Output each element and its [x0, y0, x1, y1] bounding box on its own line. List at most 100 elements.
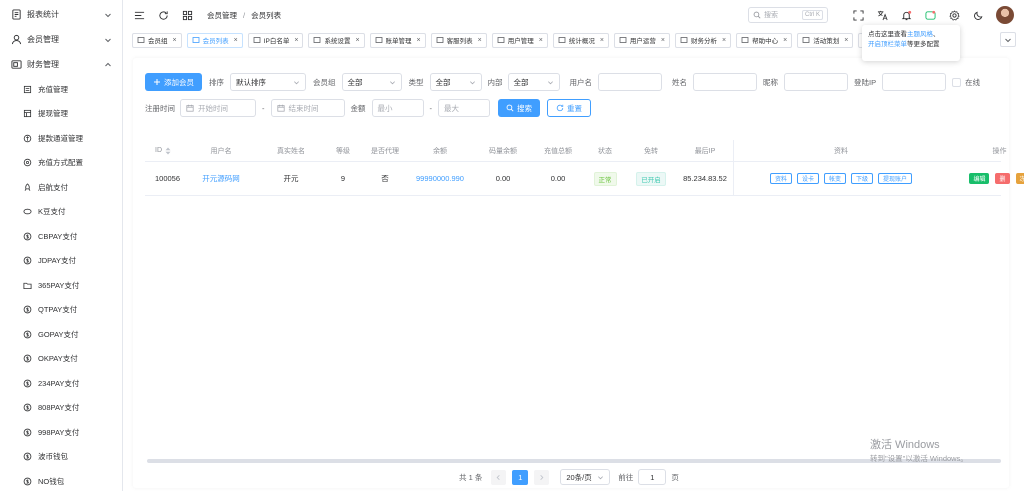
grid-icon[interactable]: [182, 10, 193, 21]
name-input[interactable]: [693, 73, 757, 91]
tab[interactable]: 统计概况 ×: [552, 32, 609, 48]
sidebar-item[interactable]: 充值管理: [0, 77, 122, 102]
type-select[interactable]: 全部: [429, 73, 482, 91]
sidebar-item[interactable]: 充值方式配置: [0, 151, 122, 176]
amount-min-input[interactable]: 最小: [371, 99, 424, 117]
goto-page-input[interactable]: 1: [638, 469, 667, 485]
settings-gear-icon[interactable]: [949, 9, 960, 21]
tabs-more-button[interactable]: [1000, 32, 1016, 47]
tab[interactable]: 会员组 ×: [132, 32, 182, 48]
sidebar-item[interactable]: 提现管理: [0, 102, 122, 127]
tab[interactable]: 活动策划 ×: [797, 32, 854, 48]
sidebar-item[interactable]: GOPAY支付: [0, 322, 122, 347]
close-icon[interactable]: ×: [234, 37, 238, 44]
notification-bell-icon[interactable]: [901, 10, 912, 21]
reset-button[interactable]: 重置: [547, 99, 591, 117]
sidebar-item[interactable]: K豆支付: [0, 200, 122, 225]
subordinate-button[interactable]: 下级: [851, 173, 874, 184]
sidebar-item-label: 充值方式配置: [38, 158, 83, 168]
sidebar-item[interactable]: 998PAY支付: [0, 420, 122, 445]
tab[interactable]: 客服列表 ×: [430, 32, 487, 48]
tab[interactable]: 用户管理 ×: [491, 32, 548, 48]
set-card-button[interactable]: 设卡: [796, 173, 819, 184]
translate-icon[interactable]: [877, 10, 888, 21]
fullscreen-icon[interactable]: [853, 9, 864, 21]
sidebar-item[interactable]: JDPAY支付: [0, 249, 122, 274]
sidebar-group-reports[interactable]: 报表统计: [0, 2, 122, 27]
sidebar-item[interactable]: 提款通道管理: [0, 126, 122, 151]
withdraw-account-button[interactable]: 提现账户: [878, 173, 913, 184]
sidebar-item[interactable]: 808PAY支付: [0, 396, 122, 421]
start-time-picker[interactable]: 开始时间: [180, 99, 256, 117]
tab[interactable]: 系统设置 ×: [308, 32, 365, 48]
tab[interactable]: 账单管理 ×: [369, 32, 426, 48]
close-icon[interactable]: ×: [355, 37, 359, 44]
column-header-id[interactable]: ID: [145, 147, 181, 155]
cell-balance-link[interactable]: 99990000.990: [405, 174, 475, 183]
theme-style-link[interactable]: 主题风格: [907, 31, 933, 38]
close-icon[interactable]: ×: [417, 37, 421, 44]
tab-label: 帮助中心: [752, 38, 779, 45]
online-checkbox[interactable]: [952, 77, 962, 87]
tab-icon: [802, 36, 810, 44]
search-button[interactable]: 搜索: [498, 99, 540, 117]
close-icon[interactable]: ×: [844, 37, 848, 44]
global-search[interactable]: 搜索 Ctrl K: [748, 7, 828, 23]
edit-button[interactable]: 编辑: [969, 173, 990, 184]
prev-page-button[interactable]: [491, 469, 507, 485]
add-member-button[interactable]: 添加会员: [145, 73, 202, 91]
tab[interactable]: 帮助中心 ×: [736, 32, 793, 48]
close-icon[interactable]: ×: [173, 37, 177, 44]
sidebar-item[interactable]: 365PAY支付: [0, 273, 122, 298]
report-icon: [11, 9, 22, 20]
close-icon[interactable]: ×: [294, 37, 298, 44]
internal-select[interactable]: 全部: [507, 73, 560, 91]
tab[interactable]: 用户运营 ×: [613, 32, 670, 48]
sidebar-item[interactable]: CBPAY支付: [0, 224, 122, 249]
nickname-input[interactable]: [784, 73, 848, 91]
dark-mode-moon-icon[interactable]: [973, 10, 984, 21]
next-page-button[interactable]: [534, 469, 550, 485]
sidebar-item[interactable]: NO钱包: [0, 469, 122, 491]
page-size-select[interactable]: 20条/页: [560, 469, 611, 485]
sidebar-item[interactable]: 启航支付: [0, 175, 122, 200]
sidebar-item[interactable]: 234PAY支付: [0, 371, 122, 396]
sort-select[interactable]: 默认排序: [230, 73, 306, 91]
group-select[interactable]: 全部: [341, 73, 402, 91]
cell-username-link[interactable]: 开元源码网: [181, 173, 261, 184]
type-label: 类型: [408, 77, 424, 87]
sidebar-item-label: 启航支付: [38, 182, 68, 192]
close-icon[interactable]: ×: [539, 37, 543, 44]
range-separator: -: [429, 103, 433, 113]
close-icon[interactable]: ×: [600, 37, 604, 44]
sidebar-item[interactable]: QTPAY支付: [0, 298, 122, 323]
close-icon[interactable]: ×: [783, 37, 787, 44]
user-avatar[interactable]: [996, 6, 1014, 24]
top-menu-link[interactable]: 开启顶栏菜单: [868, 41, 907, 48]
tab[interactable]: 会员列表 ×: [186, 32, 243, 48]
sidebar-item[interactable]: 波币钱包: [0, 445, 122, 470]
tab-icon: [680, 36, 688, 44]
profile-button[interactable]: 资料: [769, 173, 792, 184]
tab[interactable]: 财务分析 ×: [675, 32, 732, 48]
menu-fold-icon[interactable]: [134, 10, 145, 21]
close-icon[interactable]: ×: [661, 37, 665, 44]
message-icon[interactable]: [925, 10, 936, 21]
goto-label: 前往: [618, 472, 634, 482]
tab[interactable]: IP白名单 ×: [247, 32, 304, 48]
close-icon[interactable]: ×: [722, 37, 726, 44]
sidebar-group-members[interactable]: 会员管理: [0, 27, 122, 52]
breadcrumb-item[interactable]: 会员管理: [207, 10, 237, 21]
amount-max-input[interactable]: 最大: [438, 99, 490, 117]
delete-button[interactable]: 删: [995, 173, 1010, 184]
sidebar-item[interactable]: OKPAY支付: [0, 347, 122, 372]
sidebar-group-finance[interactable]: 财务管理: [0, 52, 122, 77]
close-icon[interactable]: ×: [478, 37, 482, 44]
end-time-picker[interactable]: 结束时间: [270, 99, 345, 117]
login-ip-input[interactable]: [882, 73, 947, 91]
page-number-button[interactable]: 1: [512, 469, 529, 485]
account-change-button[interactable]: 帐变: [823, 173, 846, 184]
refresh-icon[interactable]: [158, 10, 169, 21]
freeze-button[interactable]: 冻: [1015, 173, 1024, 184]
username-input[interactable]: [598, 73, 662, 91]
